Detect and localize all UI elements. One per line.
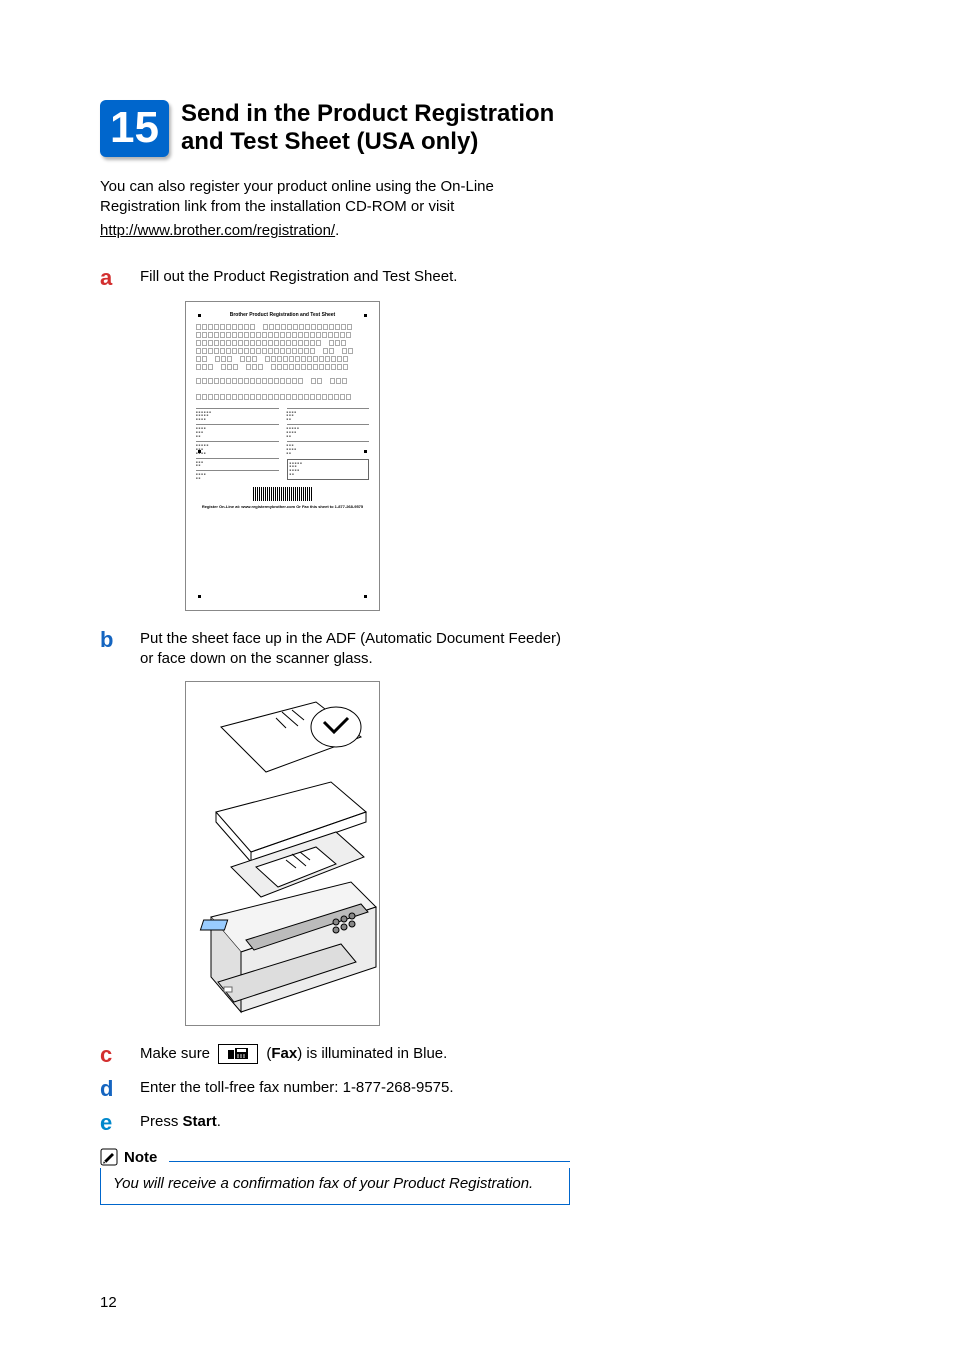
substep-e: e Press Start. — [100, 1112, 570, 1134]
substep-d: d Enter the toll-free fax number: 1-877-… — [100, 1078, 570, 1100]
barcode-graphic — [253, 487, 313, 501]
registration-sheet-graphic: Brother Product Registration and Test Sh… — [185, 301, 380, 611]
substep-letter-d: d — [100, 1078, 140, 1100]
scanner-graphic — [185, 681, 380, 1026]
page-number: 12 — [100, 1294, 117, 1311]
substep-c-suffix: ) is illuminated in Blue. — [297, 1045, 447, 1062]
note-body: You will receive a confirmation fax of y… — [100, 1168, 570, 1205]
substeps: a Fill out the Product Registration and … — [100, 267, 570, 1135]
note-box: Note You will receive a confirmation fax… — [100, 1148, 570, 1205]
substep-letter-c: c — [100, 1044, 140, 1066]
note-header: Note — [100, 1148, 570, 1166]
substep-a-text: Fill out the Product Registration and Te… — [140, 267, 570, 287]
intro-period: . — [335, 222, 339, 239]
figure-registration-sheet: Brother Product Registration and Test Sh… — [185, 301, 570, 611]
substep-c-prefix: Make sure — [140, 1045, 214, 1062]
substep-c: c Make sure (Fax) is illuminated in Blue… — [100, 1044, 570, 1066]
substep-e-suffix: . — [217, 1113, 221, 1130]
intro-paragraph: You can also register your product onlin… — [100, 177, 570, 218]
substep-c-mid: ( — [262, 1045, 271, 1062]
substep-b-text: Put the sheet face up in the ADF (Automa… — [140, 629, 570, 670]
reg-sheet-title: Brother Product Registration and Test Sh… — [196, 312, 369, 318]
intro-text: You can also register your product onlin… — [100, 178, 494, 215]
step-header: 15 Send in the Product Registration and … — [100, 100, 570, 157]
substep-a: a Fill out the Product Registration and … — [100, 267, 570, 289]
note-divider — [169, 1161, 570, 1162]
substep-letter-a: a — [100, 267, 140, 289]
fax-button-graphic — [218, 1044, 258, 1064]
substep-d-text: Enter the toll-free fax number: 1-877-26… — [140, 1078, 570, 1098]
page-body: 15 Send in the Product Registration and … — [100, 100, 570, 1205]
substep-c-bold: Fax — [271, 1045, 297, 1062]
step-number-badge: 15 — [100, 100, 169, 157]
substep-c-text: Make sure (Fax) is illuminated in Blue. — [140, 1044, 570, 1064]
intro-link-line: http://www.brother.com/registration/. — [100, 221, 570, 241]
fax-icon — [227, 1047, 249, 1061]
reg-sheet-footer: Register On-Line at: www.registermybroth… — [196, 504, 369, 509]
substep-e-bold: Start — [183, 1113, 217, 1130]
figure-scanner — [185, 681, 570, 1026]
substep-letter-e: e — [100, 1112, 140, 1134]
note-title: Note — [124, 1149, 157, 1166]
substep-b: b Put the sheet face up in the ADF (Auto… — [100, 629, 570, 670]
step-title: Send in the Product Registration and Tes… — [181, 100, 570, 155]
substep-letter-b: b — [100, 629, 140, 651]
substep-e-prefix: Press — [140, 1113, 183, 1130]
substep-e-text: Press Start. — [140, 1112, 570, 1132]
registration-link[interactable]: http://www.brother.com/registration/ — [100, 222, 335, 239]
pencil-note-icon — [100, 1148, 118, 1166]
